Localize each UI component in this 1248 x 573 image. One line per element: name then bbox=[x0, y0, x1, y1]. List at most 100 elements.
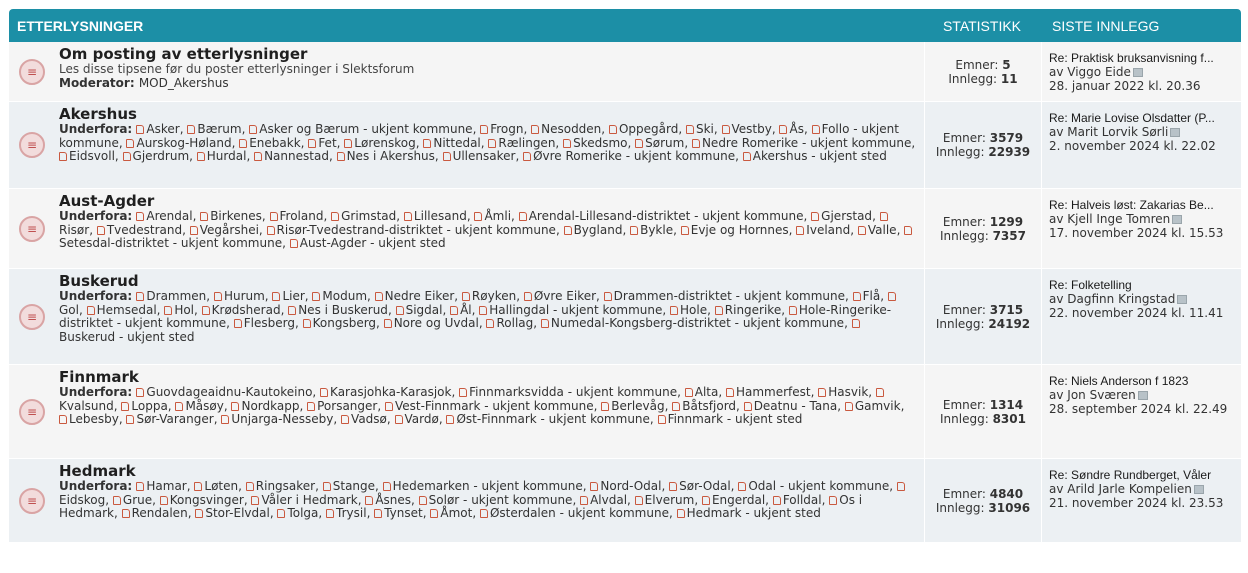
subforum-link[interactable]: Nannestad bbox=[264, 149, 329, 163]
subforum-link[interactable]: Aurskog-Høland bbox=[136, 136, 231, 150]
subforum-link[interactable]: Hole bbox=[680, 303, 707, 317]
subforum-link[interactable]: Modum bbox=[322, 289, 367, 303]
subforum-link[interactable]: Hammerfest bbox=[736, 385, 811, 399]
subforum-link[interactable]: Eidskog bbox=[59, 493, 105, 507]
subforum-link[interactable]: Nord-Odal bbox=[600, 479, 661, 493]
subforum-link[interactable]: Lillesand bbox=[414, 209, 467, 223]
subforum-link[interactable]: Risør bbox=[59, 223, 89, 237]
subforum-link[interactable]: Loppa bbox=[131, 399, 167, 413]
subforum-link[interactable]: Evje og Hornnes bbox=[691, 223, 789, 237]
subforum-link[interactable]: Løten bbox=[204, 479, 238, 493]
forum-title-link[interactable]: Akershus bbox=[59, 106, 916, 123]
subforum-link[interactable]: Ringerike bbox=[725, 303, 781, 317]
last-post-link[interactable]: Re: Marie Lovise Olsdatter (P... bbox=[1049, 111, 1237, 125]
last-post-author[interactable]: Marit Lorvik Sørli bbox=[1067, 125, 1168, 139]
subforum-link[interactable]: Numedal-Kongsberg-distriktet - ukjent ko… bbox=[551, 316, 844, 330]
subforum-link[interactable]: Grue bbox=[123, 493, 152, 507]
subforum-link[interactable]: Finnmarksvidda - ukjent kommune bbox=[469, 385, 677, 399]
subforum-link[interactable]: Nedre Eiker bbox=[385, 289, 455, 303]
view-latest-post-icon[interactable] bbox=[1172, 215, 1183, 224]
subforum-link[interactable]: Asker bbox=[146, 122, 179, 136]
subforum-link[interactable]: Kongsvinger bbox=[170, 493, 244, 507]
subforum-link[interactable]: Vest-Finnmark - ukjent kommune bbox=[395, 399, 594, 413]
subforum-link[interactable]: Åmli bbox=[484, 209, 511, 223]
subforum-link[interactable]: Hedemarken - ukjent kommune bbox=[393, 479, 583, 493]
subforum-link[interactable]: Sør-Varanger bbox=[136, 412, 213, 426]
subforum-link[interactable]: Oppegård bbox=[619, 122, 678, 136]
last-post-author[interactable]: Viggo Eide bbox=[1067, 65, 1131, 79]
subforum-link[interactable]: Nore og Uvdal bbox=[394, 316, 479, 330]
subforum-link[interactable]: Setesdal-distriktet - ukjent kommune bbox=[59, 236, 282, 250]
subforum-link[interactable]: Øvre Eiker bbox=[534, 289, 596, 303]
subforum-link[interactable]: Frogn bbox=[490, 122, 523, 136]
view-latest-post-icon[interactable] bbox=[1193, 485, 1204, 494]
last-post-link[interactable]: Re: Niels Anderson f 1823 bbox=[1049, 374, 1237, 388]
last-post-link[interactable]: Re: Folketelling bbox=[1049, 278, 1237, 292]
subforum-link[interactable]: Bykle bbox=[640, 223, 673, 237]
subforum-link[interactable]: Gjerdrum bbox=[133, 149, 190, 163]
subforum-link[interactable]: Hedmark - ukjent sted bbox=[687, 506, 821, 520]
subforum-link[interactable]: Åsnes bbox=[375, 493, 411, 507]
subforum-link[interactable]: Åmot bbox=[440, 506, 472, 520]
subforum-link[interactable]: Arendal bbox=[146, 209, 192, 223]
subforum-link[interactable]: Tolga bbox=[287, 506, 318, 520]
subforum-link[interactable]: Rollag bbox=[496, 316, 533, 330]
last-post-link[interactable]: Re: Praktisk bruksanvisning f... bbox=[1049, 51, 1237, 65]
subforum-link[interactable]: Stor-Elvdal bbox=[205, 506, 269, 520]
subforum-link[interactable]: Engerdal bbox=[712, 493, 765, 507]
subforum-link[interactable]: Asker og Bærum - ukjent kommune bbox=[259, 122, 472, 136]
subforum-link[interactable]: Ås bbox=[789, 122, 803, 136]
subforum-link[interactable]: Eidsvoll bbox=[69, 149, 115, 163]
subforum-link[interactable]: Hol bbox=[174, 303, 194, 317]
subforum-link[interactable]: Sørum bbox=[645, 136, 684, 150]
subforum-link[interactable]: Grimstad bbox=[341, 209, 396, 223]
subforum-link[interactable]: Vestby bbox=[732, 122, 772, 136]
subforum-link[interactable]: Nes i Buskerud bbox=[298, 303, 388, 317]
subforum-link[interactable]: Trysil bbox=[336, 506, 367, 520]
view-latest-post-icon[interactable] bbox=[1177, 295, 1188, 304]
subforum-link[interactable]: Iveland bbox=[806, 223, 850, 237]
subforum-link[interactable]: Elverum bbox=[645, 493, 695, 507]
subforum-link[interactable]: Drammen-distriktet - ukjent kommune bbox=[614, 289, 845, 303]
subforum-link[interactable]: Skedsmo bbox=[573, 136, 627, 150]
subforum-link[interactable]: Kongsberg bbox=[313, 316, 376, 330]
subforum-link[interactable]: Lebesby bbox=[69, 412, 119, 426]
view-latest-post-icon[interactable] bbox=[1132, 68, 1143, 77]
subforum-link[interactable]: Berlevåg bbox=[611, 399, 664, 413]
forum-title-link[interactable]: Om posting av etterlysninger bbox=[59, 46, 916, 63]
subforum-link[interactable]: Alvdal bbox=[590, 493, 627, 507]
subforum-link[interactable]: Ski bbox=[696, 122, 714, 136]
subforum-link[interactable]: Lier bbox=[282, 289, 304, 303]
subforum-link[interactable]: Valle bbox=[868, 223, 897, 237]
subforum-link[interactable]: Sør-Odal bbox=[679, 479, 731, 493]
subforum-link[interactable]: Rendalen bbox=[132, 506, 188, 520]
subforum-link[interactable]: Vadsø bbox=[351, 412, 387, 426]
subforum-link[interactable]: Deatnu - Tana bbox=[754, 399, 838, 413]
subforum-link[interactable]: Folldal bbox=[783, 493, 822, 507]
subforum-link[interactable]: Buskerud - ukjent sted bbox=[59, 330, 194, 344]
subforum-link[interactable]: Hurum bbox=[224, 289, 265, 303]
subforum-link[interactable]: Hurdal bbox=[207, 149, 247, 163]
subforum-link[interactable]: Bygland bbox=[574, 223, 623, 237]
subforum-link[interactable]: Røyken bbox=[472, 289, 516, 303]
last-post-author[interactable]: Arild Jarle Kompelien bbox=[1067, 482, 1192, 496]
subforum-link[interactable]: Hamar bbox=[146, 479, 186, 493]
subforum-link[interactable]: Froland bbox=[280, 209, 324, 223]
last-post-author[interactable]: Kjell Inge Tomren bbox=[1067, 212, 1170, 226]
subforum-link[interactable]: Vardø bbox=[405, 412, 439, 426]
subforum-link[interactable]: Drammen bbox=[146, 289, 206, 303]
subforum-link[interactable]: Øst-Finnmark - ukjent kommune bbox=[456, 412, 649, 426]
subforum-link[interactable]: Hallingdal - ukjent kommune bbox=[489, 303, 662, 317]
forum-title-link[interactable]: Hedmark bbox=[59, 463, 916, 480]
subforum-link[interactable]: Rælingen bbox=[498, 136, 555, 150]
view-latest-post-icon[interactable] bbox=[1170, 128, 1181, 137]
subforum-link[interactable]: Porsanger bbox=[317, 399, 377, 413]
subforum-link[interactable]: Finnmark - ukjent sted bbox=[668, 412, 803, 426]
subforum-link[interactable]: Hemsedal bbox=[97, 303, 157, 317]
subforum-link[interactable]: Gol bbox=[59, 303, 79, 317]
subforum-link[interactable]: Båtsfjord bbox=[682, 399, 736, 413]
subforum-link[interactable]: Sigdal bbox=[406, 303, 443, 317]
subforum-link[interactable]: Gjerstad bbox=[821, 209, 872, 223]
forum-title-link[interactable]: Buskerud bbox=[59, 273, 916, 290]
subforum-link[interactable]: Nedre Romerike - ukjent kommune bbox=[702, 136, 911, 150]
